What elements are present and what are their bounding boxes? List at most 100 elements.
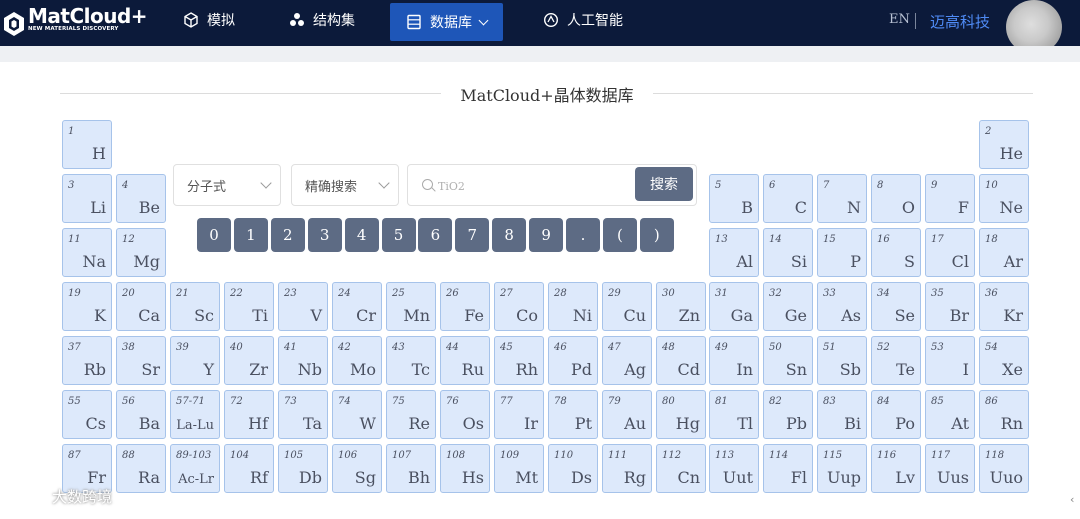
element-cell-h[interactable]: 1H [62,120,112,169]
element-cell-zr[interactable]: 40 Zr [224,336,274,385]
element-cell-hf[interactable]: 72 Hf [224,390,274,439]
nav-item-simulation[interactable]: 模拟 [183,0,235,40]
element-cell-cn[interactable]: 112 Cn [656,444,706,493]
element-cell-n[interactable]: 7N [817,174,867,223]
element-cell-ru[interactable]: 44 Ru [440,336,490,385]
element-cell-os[interactable]: 76 Os [440,390,490,439]
element-cell-ra[interactable]: 88 Ra [116,444,166,493]
element-cell-ba[interactable]: 56 Ba [116,390,166,439]
element-cell-y[interactable]: 39 Y [170,336,220,385]
element-cell-sn[interactable]: 50 Sn [763,336,813,385]
element-cell-re[interactable]: 75 Re [386,390,436,439]
element-cell-ca[interactable]: 20 Ca [116,282,166,331]
element-cell-in[interactable]: 49 In [709,336,759,385]
element-cell-w[interactable]: 74 W [332,390,382,439]
keypad-button[interactable]: 4 [344,218,379,252]
element-cell-ir[interactable]: 77 Ir [494,390,544,439]
element-cell-uus[interactable]: 117 Uus [925,444,975,493]
element-cell-cu[interactable]: 29 Cu [602,282,652,331]
element-cell-fl[interactable]: 114 Fl [763,444,813,493]
element-cell-bi[interactable]: 83 Bi [817,390,867,439]
element-cell-cs[interactable]: 55 Cs [62,390,112,439]
element-cell-al[interactable]: 13 Al [709,228,759,277]
element-cell-na[interactable]: 11 Na [62,228,112,277]
element-cell-at[interactable]: 85 At [925,390,975,439]
keypad-button[interactable]: ) [639,218,674,252]
element-cell-be[interactable]: 4 Be [116,174,166,223]
search-mode-select[interactable]: 精确搜索 [291,164,399,206]
element-cell-ag[interactable]: 47 Ag [602,336,652,385]
element-cell-c[interactable]: 6C [763,174,813,223]
element-cell-si[interactable]: 14 Si [763,228,813,277]
element-cell-sg[interactable]: 106 Sg [332,444,382,493]
element-cell-b[interactable]: 5B [709,174,759,223]
element-cell-i[interactable]: 53 I [925,336,975,385]
company-name[interactable]: 迈高科技 [930,11,990,32]
element-cell-ar[interactable]: 18 Ar [979,228,1029,277]
element-cell-tc[interactable]: 43 Tc [386,336,436,385]
element-cell-sr[interactable]: 38 Sr [116,336,166,385]
element-cell-ga[interactable]: 31 Ga [709,282,759,331]
element-cell-zn[interactable]: 30 Zn [656,282,706,331]
element-cell-ge[interactable]: 32 Ge [763,282,813,331]
keypad-button[interactable]: 6 [418,218,453,252]
element-cell-te[interactable]: 52 Te [871,336,921,385]
element-cell-po[interactable]: 84 Po [871,390,921,439]
element-cell-hs[interactable]: 108 Hs [440,444,490,493]
element-cell-ac-lr[interactable]: 89-103 Ac-Lr [170,444,220,493]
element-cell-as[interactable]: 33 As [817,282,867,331]
element-cell-cd[interactable]: 48 Cd [656,336,706,385]
element-cell-la-lu[interactable]: 57-71 La-Lu [170,390,220,439]
element-cell-pt[interactable]: 78 Pt [548,390,598,439]
nav-item-ai[interactable]: 人工智能 [543,0,623,40]
keypad-button[interactable]: ( [602,218,637,252]
element-cell-lv[interactable]: 116 Lv [871,444,921,493]
element-cell-mn[interactable]: 25 Mn [386,282,436,331]
nav-item-structures[interactable]: 结构集 [289,0,355,40]
element-cell-nb[interactable]: 41 Nb [278,336,328,385]
keypad-button[interactable]: . [566,218,600,252]
element-cell-se[interactable]: 34 Se [871,282,921,331]
keypad-button[interactable]: 2 [270,218,305,252]
element-cell-au[interactable]: 79 Au [602,390,652,439]
element-cell-ti[interactable]: 22 Ti [224,282,274,331]
element-cell-v[interactable]: 23 V [278,282,328,331]
element-cell-sc[interactable]: 21 Sc [170,282,220,331]
element-cell-cl[interactable]: 17 Cl [925,228,975,277]
element-cell-li[interactable]: 3 Li [62,174,112,223]
keypad-button[interactable]: 5 [381,218,416,252]
element-cell-s[interactable]: 16 S [871,228,921,277]
element-cell-uup[interactable]: 115 Uup [817,444,867,493]
element-cell-kr[interactable]: 36 Kr [979,282,1029,331]
element-cell-rh[interactable]: 45 Rh [494,336,544,385]
element-cell-ni[interactable]: 28 Ni [548,282,598,331]
element-cell-hg[interactable]: 80 Hg [656,390,706,439]
element-cell-tl[interactable]: 81 Tl [709,390,759,439]
keypad-button[interactable]: 0 [197,218,231,252]
element-cell-mt[interactable]: 109 Mt [494,444,544,493]
search-input[interactable] [438,175,628,197]
element-cell-pb[interactable]: 82 Pb [763,390,813,439]
nav-item-database[interactable]: 数据库 [390,3,503,41]
element-cell-ds[interactable]: 110 Ds [548,444,598,493]
element-cell-sb[interactable]: 51 Sb [817,336,867,385]
element-cell-br[interactable]: 35 Br [925,282,975,331]
element-cell-pd[interactable]: 46 Pd [548,336,598,385]
element-cell-cr[interactable]: 24 Cr [332,282,382,331]
element-cell-rg[interactable]: 111 Rg [602,444,652,493]
element-cell-fe[interactable]: 26 Fe [440,282,490,331]
keypad-button[interactable]: 9 [529,218,564,252]
element-cell-uut[interactable]: 113 Uut [709,444,759,493]
element-cell-o[interactable]: 8O [871,174,921,223]
element-cell-rn[interactable]: 86 Rn [979,390,1029,439]
logo[interactable]: MatCloud+ NEW MATERIALS DISCOVERY [4,6,148,40]
keypad-button[interactable]: 3 [307,218,342,252]
element-cell-mg[interactable]: 12 Mg [116,228,166,277]
keypad-button[interactable]: 8 [492,218,527,252]
element-cell-xe[interactable]: 54 Xe [979,336,1029,385]
element-cell-he[interactable]: 2 He [979,120,1029,169]
element-cell-f[interactable]: 9F [925,174,975,223]
element-cell-rb[interactable]: 37 Rb [62,336,112,385]
element-cell-p[interactable]: 15 P [817,228,867,277]
element-cell-ne[interactable]: 10 Ne [979,174,1029,223]
